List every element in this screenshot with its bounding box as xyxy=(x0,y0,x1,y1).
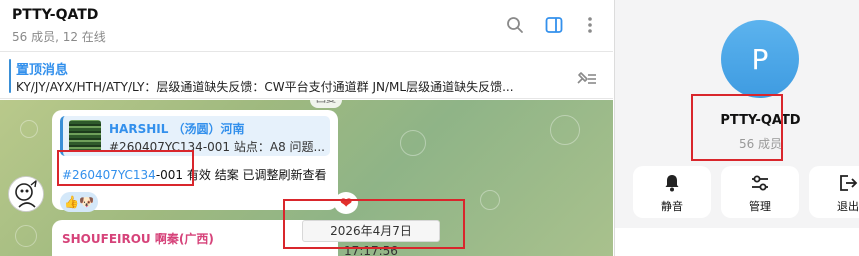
leave-button[interactable]: 退出 xyxy=(809,166,859,218)
group-avatar[interactable]: P xyxy=(721,20,799,98)
message-area: 回复 HARSHIL （汤圆）河南 #260407YC134-001 站点：A8… xyxy=(0,100,613,256)
message-text: #260407YC134-001 有效 结案 已调整刷新查看 xyxy=(62,166,327,183)
background-doodle xyxy=(15,225,37,247)
pinned-text: KY/JY/AYX/HTH/ATY/LY：层级通道缺失反馈：CW平台支付通道群 … xyxy=(16,80,514,94)
leave-label: 退出 xyxy=(837,200,859,213)
mute-label: 静音 xyxy=(661,200,683,213)
side-panel-toggle-icon[interactable] xyxy=(543,14,565,36)
manage-button[interactable]: 管理 xyxy=(721,166,799,218)
pinned-title: 置顶消息 xyxy=(16,63,69,78)
mute-button[interactable]: 静音 xyxy=(633,166,711,218)
search-icon[interactable] xyxy=(504,14,526,36)
pinned-indicator xyxy=(9,59,11,93)
bell-icon xyxy=(633,173,711,193)
heart-reaction-icon[interactable]: ❤ xyxy=(334,192,358,214)
reply-label: 回复 xyxy=(310,100,342,108)
more-menu-icon[interactable] xyxy=(579,14,601,36)
message-bubble[interactable]: HARSHIL （汤圆）河南 #260407YC134-001 站点：A8 问题… xyxy=(52,110,338,212)
message-bubble[interactable]: SHOUFEIROU 啊秦(广西) xyxy=(52,220,338,256)
group-profile-panel: P PTTY-QATD 56 成员 静音 管理 退出 xyxy=(614,0,859,256)
manage-label: 管理 xyxy=(749,200,771,213)
hashtag-link[interactable]: #260407YC134 xyxy=(62,168,156,182)
date-tooltip: 2026年4月7日 17:17:56 xyxy=(302,220,440,256)
message-sender[interactable]: SHOUFEIROU 啊秦(广西) xyxy=(62,230,214,247)
pinned-list-icon[interactable] xyxy=(574,67,598,87)
chat-header: PTTY-QATD 56 成员, 12 在线 xyxy=(0,0,613,52)
quoted-reply[interactable]: HARSHIL （汤圆）河南 #260407YC134-001 站点：A8 问题… xyxy=(60,116,330,156)
chat-panel: PTTY-QATD 56 成员, 12 在线 置顶消息 KY/JY/AYX/HT… xyxy=(0,0,613,256)
background-doodle xyxy=(480,190,500,210)
message-body: -001 有效 结案 已调整刷新查看 xyxy=(155,168,327,182)
background-doodle xyxy=(400,130,426,156)
background-doodle xyxy=(20,120,38,138)
group-member-count: 56 成员 xyxy=(738,137,783,151)
quoted-sender: HARSHIL （汤圆）河南 xyxy=(109,122,245,136)
chat-title[interactable]: PTTY-QATD xyxy=(12,7,98,23)
message-time: 17:17 xyxy=(300,192,329,203)
group-name: PTTY-QATD xyxy=(720,113,801,128)
background-doodle xyxy=(550,115,580,145)
pinned-message-bar[interactable]: 置顶消息 KY/JY/AYX/HTH/ATY/LY：层级通道缺失反馈：CW平台支… xyxy=(0,53,613,99)
sliders-icon xyxy=(721,173,799,193)
chat-member-count: 56 成员, 12 在线 xyxy=(12,30,106,44)
reaction-chip[interactable]: 👍🐶 xyxy=(60,192,98,212)
exit-icon xyxy=(809,173,859,193)
group-info-card xyxy=(615,228,859,256)
sender-avatar[interactable] xyxy=(8,176,44,212)
quoted-text: #260407YC134-001 站点：A8 问题... xyxy=(109,140,325,154)
quoted-image-thumbnail xyxy=(69,120,101,152)
